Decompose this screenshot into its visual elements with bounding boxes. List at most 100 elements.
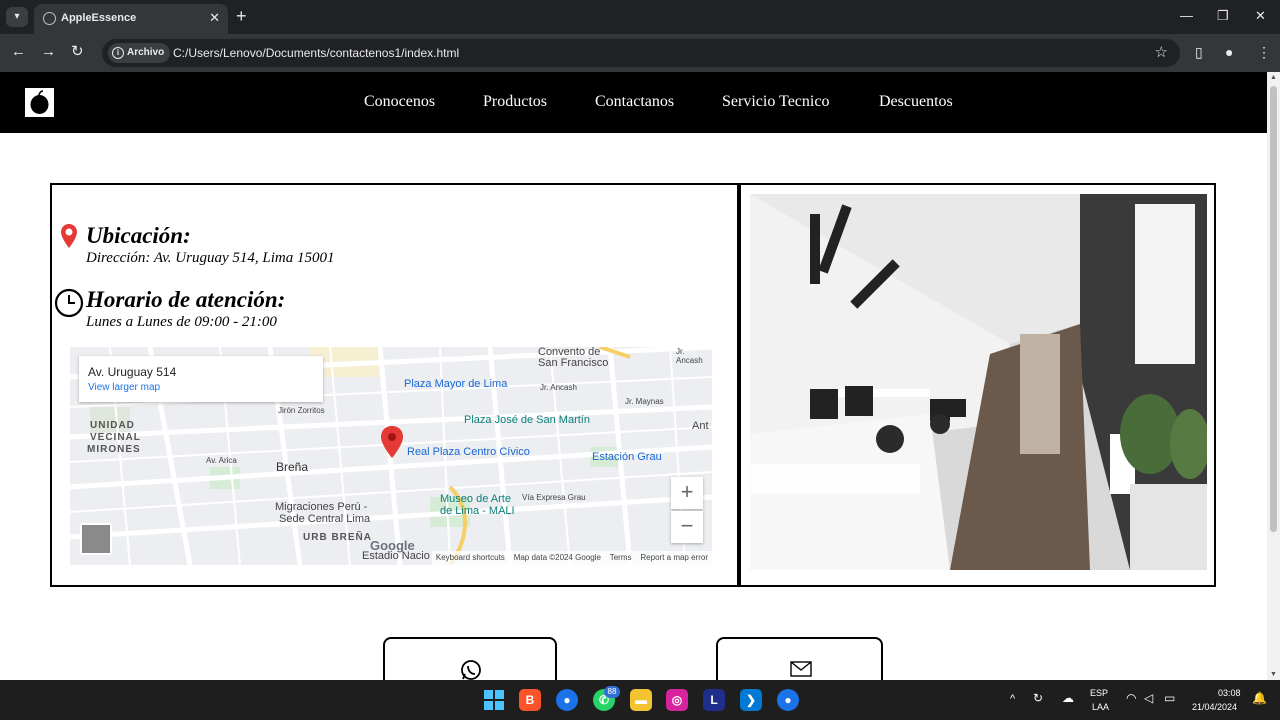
map-label: Museo de Arte	[440, 493, 511, 505]
site-info-label: Archivo	[127, 47, 165, 58]
map-label: Migraciones Perú -	[275, 501, 368, 513]
map-label: San Francisco	[538, 357, 609, 369]
whatsapp-icon	[461, 660, 481, 680]
web-page: Conocenos Productos Contactanos Servicio…	[0, 72, 1267, 680]
location-address: Dirección: Av. Uruguay 514, Lima 15001	[86, 250, 335, 266]
hours-schedule: Lunes a Lunes de 09:00 - 21:00	[86, 314, 277, 330]
site-header: Conocenos Productos Contactanos Servicio…	[0, 72, 1267, 133]
map-label: Estación Grau	[592, 451, 662, 463]
map-attribution: Keyboard shortcuts Map data ©2024 Google…	[431, 551, 712, 565]
whatsapp-contact-button[interactable]	[383, 637, 557, 680]
nav-conocenos[interactable]: Conocenos	[364, 93, 435, 111]
map-label: Breña	[276, 460, 309, 474]
map-place-card: Av. Uruguay 514 View larger map	[79, 356, 323, 402]
location-pin-icon	[61, 224, 77, 248]
side-panel-icon[interactable]: ▯	[1195, 44, 1203, 61]
show-hidden-icons-chevron-icon[interactable]: ^	[1010, 693, 1015, 705]
bookmark-star-icon[interactable]: ☆	[1155, 43, 1168, 61]
envelope-icon	[790, 661, 812, 677]
instagram-icon[interactable]: ◎	[666, 689, 688, 711]
map-label: MIRONES	[87, 444, 141, 455]
browser-tab[interactable]: AppleEssence ✕	[34, 4, 228, 34]
nav-contactanos[interactable]: Contactanos	[595, 93, 674, 111]
hours-title: Horario de atención:	[86, 287, 286, 312]
google-logo: Google	[370, 538, 415, 553]
language-code[interactable]: ESP	[1090, 687, 1108, 699]
cloud-icon[interactable]: ☁	[1062, 692, 1074, 704]
nav-descuentos[interactable]: Descuentos	[879, 93, 953, 111]
site-info-chip[interactable]: i Archivo	[108, 43, 171, 63]
map-label: Plaza Mayor de Lima	[404, 378, 508, 390]
email-contact-button[interactable]	[716, 637, 883, 680]
notification-bell-icon[interactable]: 🔔	[1252, 692, 1267, 704]
scroll-down-arrow-icon[interactable]: ▼	[1270, 671, 1277, 678]
report-error-link[interactable]: Report a map error	[640, 553, 708, 562]
keyboard-shortcuts-link[interactable]: Keyboard shortcuts	[436, 553, 505, 562]
map-label: UNIDAD	[90, 420, 135, 431]
keyboard-layout[interactable]: LAA	[1092, 701, 1109, 713]
scroll-up-arrow-icon[interactable]: ▲	[1270, 74, 1277, 81]
office-photo-box	[739, 183, 1216, 587]
map-place-address: Av. Uruguay 514	[88, 365, 177, 379]
address-bar[interactable]: i Archivo C:/Users/Lenovo/Documents/cont…	[102, 39, 1180, 67]
map-label: Jr. Ancash	[540, 383, 577, 392]
chrome-icon[interactable]: ●	[556, 689, 578, 711]
street-view-icon[interactable]	[80, 523, 112, 555]
sync-icon[interactable]: ↻	[1033, 692, 1043, 704]
forward-arrow-icon[interactable]: →	[41, 44, 56, 60]
globe-icon	[43, 12, 56, 25]
back-arrow-icon[interactable]: ←	[11, 44, 26, 60]
reload-icon[interactable]: ↻	[71, 44, 84, 60]
browser-tab-bar: ▾ AppleEssence ✕ + — ❐ ✕	[0, 0, 1280, 34]
close-tab-icon[interactable]: ✕	[209, 10, 220, 26]
apple-logo-icon[interactable]	[25, 88, 54, 117]
wifi-icon[interactable]: ◠	[1126, 692, 1136, 704]
new-tab-button[interactable]: +	[236, 7, 247, 25]
terms-link[interactable]: Terms	[610, 553, 632, 562]
volume-icon[interactable]: ◁	[1144, 692, 1153, 704]
menu-dots-icon[interactable]: ⋮	[1257, 44, 1271, 61]
map-label: Av. Arica	[206, 456, 237, 465]
lens-app-icon[interactable]: L	[703, 689, 725, 711]
page-scrollbar[interactable]: ▲ ▼	[1267, 72, 1280, 680]
embedded-map[interactable]: Av. Uruguay 514 View larger map Convento…	[70, 347, 712, 565]
map-label: Real Plaza Centro Cívico	[407, 446, 530, 458]
maximize-button[interactable]: ❐	[1217, 8, 1229, 24]
map-data-text: Map data ©2024 Google	[513, 553, 601, 562]
clock-date[interactable]: 21/04/2024	[1192, 701, 1237, 713]
nav-servicio-tecnico[interactable]: Servicio Tecnico	[722, 93, 829, 111]
scrollbar-thumb[interactable]	[1270, 86, 1277, 532]
map-label: Ant	[692, 420, 709, 432]
chrome-active-icon[interactable]: ●	[777, 689, 799, 711]
map-label: Jr. Ancash	[676, 347, 703, 365]
clock-time[interactable]: 03:08	[1218, 687, 1241, 699]
info-icon: i	[112, 47, 124, 59]
windows-start-icon[interactable]	[483, 689, 505, 711]
file-explorer-icon[interactable]: ▬	[630, 689, 652, 711]
map-zoom-out-button[interactable]: −	[671, 511, 703, 543]
whatsapp-badge: 88	[604, 686, 620, 698]
brave-icon[interactable]: B	[519, 689, 541, 711]
map-marker-icon[interactable]	[380, 425, 404, 459]
battery-icon[interactable]: ▭	[1164, 692, 1175, 704]
profile-icon[interactable]: ●	[1225, 44, 1233, 60]
map-label: de Lima - MALI	[440, 505, 515, 517]
minimize-button[interactable]: —	[1180, 8, 1193, 23]
map-label: Jirón Zorritos	[278, 406, 325, 415]
location-title: Ubicación:	[86, 223, 191, 248]
vscode-icon[interactable]: ❯	[740, 689, 762, 711]
map-label: URB BREÑA	[303, 532, 372, 543]
url-text[interactable]: C:/Users/Lenovo/Documents/contactenos1/i…	[173, 46, 459, 60]
map-label: Vía Expresa Grau	[522, 493, 586, 502]
nav-productos[interactable]: Productos	[483, 93, 547, 111]
tab-search-button[interactable]: ▾	[6, 7, 28, 27]
map-label: Sede Central Lima	[279, 513, 371, 525]
tab-title: AppleEssence	[61, 12, 137, 24]
view-larger-map-link[interactable]: View larger map	[88, 382, 160, 393]
map-zoom-in-button[interactable]: +	[671, 477, 703, 509]
map-label: Plaza José de San Martín	[464, 414, 590, 426]
map-label: Jr. Maynas	[625, 397, 664, 406]
browser-toolbar: ← → ↻ i Archivo C:/Users/Lenovo/Document…	[0, 34, 1280, 72]
close-window-button[interactable]: ✕	[1255, 8, 1266, 24]
windows-taskbar: B ● ✆ 88 ▬ ◎ L ❯ ● ^ ↻ ☁ ESP LAA ◠ ◁ ▭ 0…	[0, 680, 1280, 720]
